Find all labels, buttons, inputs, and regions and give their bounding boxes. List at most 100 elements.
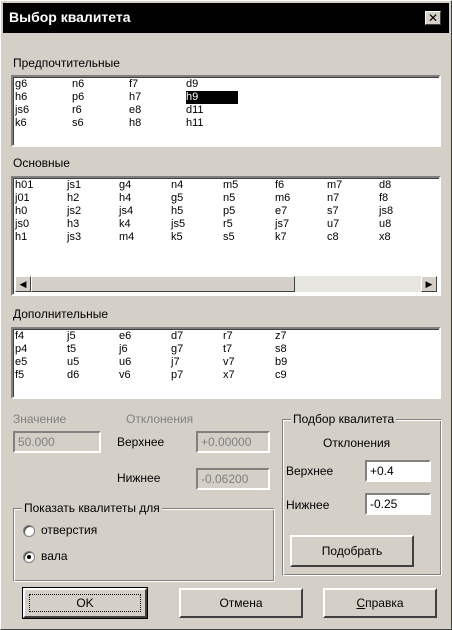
- additional-list-item[interactable]: u5: [67, 356, 119, 369]
- additional-list-item[interactable]: r7: [223, 330, 275, 343]
- upper-deviation-field[interactable]: +0.00000: [196, 431, 270, 453]
- basic-list-item[interactable]: k4: [119, 218, 171, 231]
- fit-button[interactable]: Подобрать: [290, 535, 414, 567]
- cancel-button[interactable]: Отмена: [179, 588, 303, 618]
- close-icon[interactable]: ✕: [425, 11, 441, 25]
- basic-list-item[interactable]: js2: [67, 205, 119, 218]
- basic-list-item[interactable]: s7: [327, 205, 379, 218]
- basic-list-item[interactable]: n5: [223, 192, 275, 205]
- basic-list-item[interactable]: h1: [15, 231, 67, 244]
- additional-list-item[interactable]: e5: [15, 356, 67, 369]
- additional-list-item[interactable]: j6: [119, 343, 171, 356]
- basic-list-item[interactable]: x8: [379, 231, 431, 244]
- preferred-list-item[interactable]: k6: [15, 117, 72, 130]
- basic-list-item[interactable]: u8: [379, 218, 431, 231]
- preferred-list-item[interactable]: s6: [72, 117, 129, 130]
- additional-list-item[interactable]: t7: [223, 343, 275, 356]
- additional-list-item[interactable]: x7: [223, 369, 275, 382]
- basic-list-item[interactable]: s5: [223, 231, 275, 244]
- basic-list-item[interactable]: js5: [171, 218, 223, 231]
- additional-list-item[interactable]: v6: [119, 369, 171, 382]
- preferred-list-item[interactable]: js6: [15, 104, 72, 117]
- basic-list-item[interactable]: m7: [327, 179, 379, 192]
- preferred-listbox[interactable]: g6 h6 js6 k6 n6 p6 r6 s6 f7 h7 e8 h8 d9 h9 d11 h11: [11, 75, 441, 147]
- basic-list-item[interactable]: m4: [119, 231, 171, 244]
- basic-list-item[interactable]: f6: [275, 179, 327, 192]
- lower-deviation-field[interactable]: -0.06200: [196, 468, 270, 490]
- preferred-list-item[interactable]: p6: [72, 91, 129, 104]
- basic-list-item[interactable]: j01: [15, 192, 67, 205]
- basic-list-item[interactable]: u7: [327, 218, 379, 231]
- scroll-right-icon[interactable]: ▶: [421, 276, 437, 292]
- basic-list-item[interactable]: js1: [67, 179, 119, 192]
- additional-list-item[interactable]: v7: [223, 356, 275, 369]
- additional-list-item[interactable]: u6: [119, 356, 171, 369]
- radio-shaft[interactable]: [23, 551, 35, 563]
- additional-list-item[interactable]: g7: [171, 343, 223, 356]
- basic-list-item[interactable]: h0: [15, 205, 67, 218]
- basic-list-item[interactable]: k5: [171, 231, 223, 244]
- basic-list-item[interactable]: c8: [327, 231, 379, 244]
- fit-lower-field[interactable]: -0.25: [365, 493, 431, 515]
- basic-list-item[interactable]: n7: [327, 192, 379, 205]
- basic-list-item[interactable]: d8: [379, 179, 431, 192]
- additional-list-item[interactable]: j5: [67, 330, 119, 343]
- basic-list-item[interactable]: g5: [171, 192, 223, 205]
- additional-list-item[interactable]: f4: [15, 330, 67, 343]
- additional-list-item[interactable]: d6: [67, 369, 119, 382]
- preferred-list-item[interactable]: d11: [186, 104, 243, 117]
- basic-list-item[interactable]: h01: [15, 179, 67, 192]
- preferred-list-item[interactable]: r6: [72, 104, 129, 117]
- radio-hole[interactable]: [23, 525, 35, 537]
- preferred-list-item[interactable]: h8: [129, 117, 186, 130]
- preferred-list-item[interactable]: f7: [129, 78, 186, 91]
- scroll-left-icon[interactable]: ◀: [15, 276, 31, 292]
- basic-list-item[interactable]: h3: [67, 218, 119, 231]
- basic-list-item[interactable]: g4: [119, 179, 171, 192]
- additional-list-item[interactable]: j7: [171, 356, 223, 369]
- additional-list-item[interactable]: p4: [15, 343, 67, 356]
- basic-list-item[interactable]: n4: [171, 179, 223, 192]
- additional-list-item[interactable]: e6: [119, 330, 171, 343]
- ok-button[interactable]: OK: [22, 587, 148, 619]
- preferred-list-item[interactable]: h9: [186, 91, 238, 104]
- preferred-list-item[interactable]: h11: [186, 117, 243, 130]
- additional-list-item[interactable]: p7: [171, 369, 223, 382]
- basic-listbox[interactable]: h01 j01 h0 js0 h1 js1 h2 js2 h3 js3 g4 h4 js4 k4 m4 n4 g…: [11, 176, 441, 296]
- preferred-list-item[interactable]: g6: [15, 78, 72, 91]
- scroll-thumb[interactable]: [31, 276, 295, 292]
- preferred-list-item[interactable]: d9: [186, 78, 243, 91]
- additional-listbox[interactable]: f4 p4 e5 f5 j5 t5 u5 d6 e6 j6 u6 v6 d7 g7 j7 p7 r7 t7 v7 x7…: [11, 327, 441, 399]
- basic-list-item[interactable]: k7: [275, 231, 327, 244]
- basic-hscrollbar[interactable]: ◀ ▶: [15, 276, 437, 292]
- basic-list-item[interactable]: r5: [223, 218, 275, 231]
- basic-list-item[interactable]: js8: [379, 205, 431, 218]
- basic-list-item[interactable]: m6: [275, 192, 327, 205]
- value-field[interactable]: 50.000: [13, 431, 101, 453]
- title-bar[interactable]: Выбор квалитета ✕: [3, 3, 449, 33]
- help-button[interactable]: Справка: [323, 588, 437, 618]
- preferred-list-item[interactable]: e8: [129, 104, 186, 117]
- radio-shaft-label[interactable]: вала: [41, 549, 68, 563]
- preferred-list-item[interactable]: n6: [72, 78, 129, 91]
- basic-list-item[interactable]: m5: [223, 179, 275, 192]
- basic-list-item[interactable]: h2: [67, 192, 119, 205]
- additional-list-item[interactable]: s8: [275, 343, 327, 356]
- additional-list-item[interactable]: f5: [15, 369, 67, 382]
- basic-list-item[interactable]: js7: [275, 218, 327, 231]
- additional-list-item[interactable]: z7: [275, 330, 327, 343]
- basic-list-item[interactable]: js0: [15, 218, 67, 231]
- additional-list-item[interactable]: c9: [275, 369, 327, 382]
- basic-list-item[interactable]: js3: [67, 231, 119, 244]
- additional-list-item[interactable]: b9: [275, 356, 327, 369]
- fit-upper-field[interactable]: +0.4: [365, 460, 431, 482]
- basic-list-item[interactable]: e7: [275, 205, 327, 218]
- additional-list-item[interactable]: t5: [67, 343, 119, 356]
- basic-list-item[interactable]: h4: [119, 192, 171, 205]
- preferred-list-item[interactable]: h6: [15, 91, 72, 104]
- basic-list-item[interactable]: js4: [119, 205, 171, 218]
- radio-hole-label[interactable]: отверстия: [41, 523, 97, 537]
- preferred-list-item[interactable]: h7: [129, 91, 186, 104]
- additional-list-item[interactable]: d7: [171, 330, 223, 343]
- basic-list-item[interactable]: h5: [171, 205, 223, 218]
